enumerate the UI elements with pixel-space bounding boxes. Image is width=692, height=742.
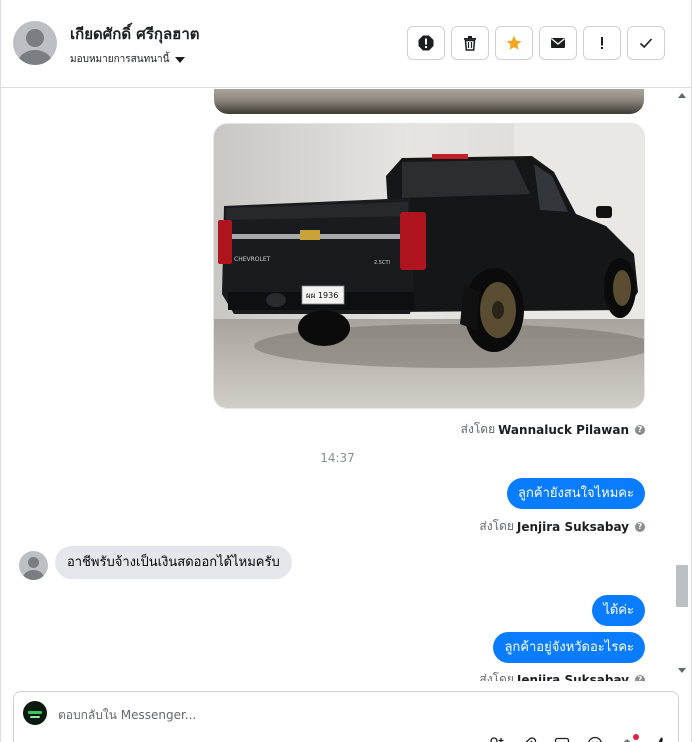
follow-up-button[interactable] bbox=[583, 26, 621, 60]
sent-by-note: ส่งโดย Wannaluck Pilawan ? bbox=[461, 420, 645, 439]
thumbs-up-icon bbox=[658, 737, 667, 742]
add-person-button[interactable] bbox=[488, 736, 504, 742]
sent-by-note: ส่งโดย Jenjira Suksabay ? bbox=[479, 670, 645, 681]
scroll-up-arrow-icon[interactable] bbox=[678, 93, 686, 98]
sent-by-prefix: ส่งโดย bbox=[460, 422, 496, 436]
attachment-photo-previous[interactable] bbox=[214, 89, 644, 114]
star-button[interactable] bbox=[495, 26, 533, 60]
conversation-header: เกียดศักดิ์ ศรีกุลฮาต มอบหมายการสนทนานี้ bbox=[1, 0, 691, 88]
reply-composer: $ bbox=[13, 691, 679, 742]
conversation-actions bbox=[407, 26, 665, 60]
trash-icon bbox=[464, 36, 476, 51]
reply-area: $ bbox=[1, 681, 691, 742]
like-button[interactable] bbox=[653, 736, 669, 742]
tailgate-badge: CHEVROLET bbox=[234, 256, 271, 263]
envelope-icon bbox=[551, 38, 565, 48]
composer-toolbar: $ bbox=[488, 734, 669, 742]
svg-text:$: $ bbox=[623, 738, 631, 742]
message-box-icon bbox=[554, 737, 570, 742]
message-outgoing[interactable]: ได้ค่ะ bbox=[592, 595, 645, 626]
spam-icon bbox=[418, 35, 434, 51]
attach-file-button[interactable] bbox=[521, 736, 537, 742]
contact-avatar[interactable] bbox=[13, 21, 57, 65]
truck-photo-image: CHEVROLET 2.5CTI ผผ 1936 bbox=[214, 124, 644, 408]
mark-done-button[interactable] bbox=[627, 26, 665, 60]
assign-label: มอบหมายการสนทนานี้ bbox=[70, 54, 170, 65]
thread-scrollbar[interactable] bbox=[674, 89, 691, 681]
sent-by-prefix: ส่งโดย bbox=[479, 672, 514, 681]
exclamation-icon bbox=[601, 37, 603, 49]
delete-button[interactable] bbox=[451, 26, 489, 60]
tailgate-trim: 2.5CTI bbox=[374, 260, 390, 266]
message-outgoing[interactable]: ลูกค้าอยู่จังหวัดอะไรคะ bbox=[493, 632, 645, 663]
payment-button[interactable]: $ bbox=[620, 734, 639, 742]
assign-conversation-dropdown[interactable]: มอบหมายการสนทนานี้ bbox=[70, 52, 186, 67]
saved-reply-button[interactable] bbox=[554, 736, 570, 742]
timestamp-separator: 14:37 bbox=[320, 451, 355, 465]
message-outgoing[interactable]: ลูกค้ายังสนใจไหมคะ bbox=[507, 478, 645, 509]
message-incoming[interactable]: อาชีพรับจ้างเป็นเงินสดออกได้ไหมครับ bbox=[55, 546, 292, 579]
sender-name: Jenjira Suksabay bbox=[516, 519, 629, 534]
scroll-down-arrow-icon[interactable] bbox=[678, 668, 686, 673]
sender-name: Jenjira Suksabay bbox=[516, 672, 629, 682]
page-avatar bbox=[23, 701, 47, 725]
emoji-button[interactable] bbox=[587, 736, 603, 742]
sent-by-prefix: ส่งโดย bbox=[479, 519, 514, 533]
attachment-photo-truck[interactable]: CHEVROLET 2.5CTI ผผ 1936 bbox=[213, 123, 645, 409]
message-thread: CHEVROLET 2.5CTI ผผ 1936 ส่งโดย Wannaluc… bbox=[1, 89, 674, 681]
caret-down-icon bbox=[175, 56, 186, 63]
sender-name: Wannaluck Pilawan bbox=[498, 422, 629, 437]
mark-spam-button[interactable] bbox=[407, 26, 445, 60]
license-plate: ผผ 1936 bbox=[306, 291, 338, 300]
paperclip-icon bbox=[525, 737, 537, 742]
sent-by-note: ส่งโดย Jenjira Suksabay ? bbox=[479, 517, 645, 536]
mark-unread-button[interactable] bbox=[539, 26, 577, 60]
notification-dot bbox=[633, 734, 639, 740]
contact-avatar-small[interactable] bbox=[19, 551, 48, 580]
question-icon[interactable]: ? bbox=[635, 521, 645, 532]
person-add-icon bbox=[490, 737, 504, 742]
inbox-conversation-panel: เกียดศักดิ์ ศรีกุลฮาต มอบหมายการสนทนานี้ bbox=[0, 0, 692, 742]
smiley-icon bbox=[588, 736, 602, 742]
contact-name[interactable]: เกียดศักดิ์ ศรีกุลฮาต bbox=[70, 22, 199, 46]
star-icon bbox=[506, 35, 522, 50]
scrollbar-thumb[interactable] bbox=[676, 565, 688, 607]
reply-input[interactable] bbox=[58, 705, 458, 725]
checkmark-icon bbox=[639, 38, 653, 49]
question-icon[interactable]: ? bbox=[635, 424, 645, 435]
